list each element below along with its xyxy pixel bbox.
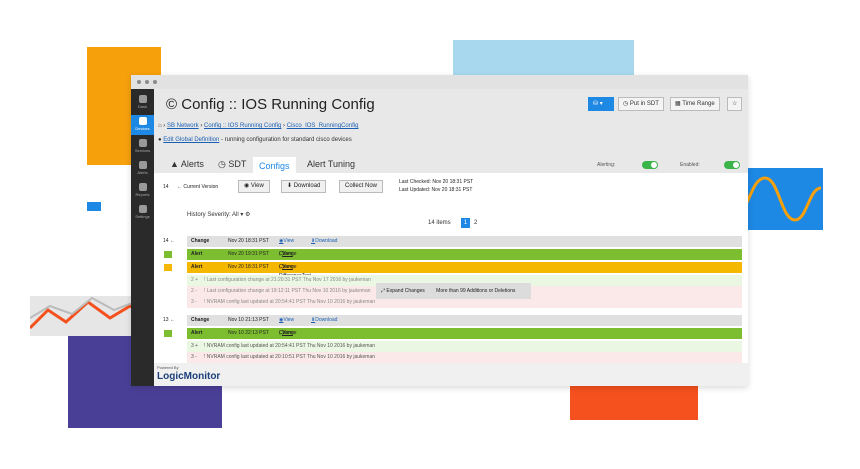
table-row[interactable]: Change Nov 20 18:31 PST ◉ View ⬇ Downloa… [187,236,742,247]
version-count: 14 [163,184,169,190]
last-updated: Last Updated: Nov 20 18:31 PST [399,187,473,193]
window-dot[interactable] [137,80,141,84]
window-titlebar [131,75,748,89]
download-button[interactable]: ⬇ Download [281,180,327,193]
page-header: © Config :: IOS Running Config ⛁ ▾ ◷ Put… [154,89,748,121]
alert-icon [163,263,173,272]
home-icon: ⌂ › [158,123,166,129]
info-icon: ● [158,137,162,143]
page-title: © Config :: IOS Running Config [166,96,375,113]
alert-icon [163,250,173,259]
breadcrumb-row: ⌂ › SB Network › Config :: IOS Running C… [158,123,359,129]
breadcrumb: ⌂ › SB Network › Config :: IOS Running C… [154,121,748,157]
view-button[interactable]: ◉ View [238,180,270,193]
reports-icon [138,183,147,191]
page-2[interactable]: 2 [474,220,477,226]
sidebar-item-devices[interactable]: Devices [131,115,154,135]
items-count: 14 items [428,220,451,226]
history-header: History Severity: All ▾ ⚙ [187,212,251,218]
enabled-toggle[interactable] [724,161,740,169]
logicmonitor-logo: LogicMonitor [157,371,221,382]
tab-alerts[interactable]: ▲ Alerts [170,159,204,169]
app-window: Dash Devices Services Alerts Reports Set… [131,75,748,386]
blue-small-square [87,202,101,211]
lightblue-block [453,40,634,76]
device-dropdown-button[interactable]: ⛁ ▾ [588,97,614,111]
sidebar-item-dash[interactable]: Dash [131,93,154,113]
table-row[interactable]: Alert Nov 10 22:13 PST Change check - Di… [187,328,742,369]
orange-zigzag-graphic [30,296,140,336]
group-number: 13 ← [163,317,175,323]
alerting-toggle[interactable] [642,161,658,169]
edit-global-definition-link[interactable]: Edit Global Definition [163,137,219,143]
sidebar-item-alerts[interactable]: Alerts [131,159,154,179]
footer: Powered By LogicMonitor [154,363,748,386]
tab-bar: ▲ Alerts ◷ SDT Configs Alert Tuning Aler… [154,157,748,173]
alerting-label: Alerting: [597,162,616,168]
last-checked: Last Checked: Nov 20 18:31 PST [399,179,474,185]
sidebar: Dash Devices Services Alerts Reports Set… [131,89,154,386]
sidebar-item-settings[interactable]: Settings [131,203,154,223]
definition-row: ● Edit Global Definition - running confi… [158,137,352,143]
current-version-label: ← Current Version [177,184,219,190]
collect-now-button[interactable]: Collect Now [339,180,384,193]
window-dot[interactable] [145,80,149,84]
alert-icon [138,161,147,169]
diff-line-removed: 3 - ! NVRAM config last updated at 20:10… [187,352,742,363]
sidebar-item-services[interactable]: Services [131,137,154,157]
powered-by-label: Powered By [157,365,179,370]
window-dot[interactable] [153,80,157,84]
diff-line-added: 3 + ! NVRAM config last updated at 20:54… [187,341,742,352]
put-in-sdt-button[interactable]: ◷ Put in SDT [618,97,664,111]
download-link[interactable]: ⬇ Download [311,236,337,247]
gear-icon [138,205,147,213]
download-link[interactable]: ⬇ Download [311,315,337,326]
expand-icon: ⤢ [381,288,386,294]
sidebar-item-reports[interactable]: Reports [131,181,154,201]
dashboard-icon [138,95,147,103]
view-link[interactable]: ◉ View [279,236,294,247]
time-range-button[interactable]: ▦ Time Range [670,97,720,111]
expand-changes-tooltip[interactable]: ⤢ Expand Changes More than 99 Additions … [376,283,531,299]
tab-alert-tuning[interactable]: Alert Tuning [307,159,355,169]
table-row[interactable]: Change Nov 10 21:13 PST ◉ View ⬇ Downloa… [187,315,742,326]
breadcrumb-link[interactable]: SB Network [167,123,199,129]
page-1[interactable]: 1 [461,218,470,228]
services-icon [138,139,147,147]
view-link[interactable]: ◉ View [279,315,294,326]
tab-configs[interactable]: Configs [253,157,296,173]
table-row[interactable]: Alert Nov 20 18:31 PST Change check - Di… [187,262,742,303]
group-number: 14 ← [163,238,175,244]
table-row[interactable]: Alert Nov 20 19:31 PST Change check - Di… [187,249,742,290]
breadcrumb-link[interactable]: Config :: IOS Running Config [204,123,281,129]
devices-icon [138,117,147,125]
enabled-label: Enabled: [680,162,700,168]
tab-sdt[interactable]: ◷ SDT [218,159,246,170]
alert-icon [163,329,173,338]
favorite-star-button[interactable]: ☆ [727,97,743,111]
breadcrumb-link[interactable]: Cisco_IOS_RunningConfig [287,123,359,129]
severity-filter[interactable]: Severity: All [207,212,238,218]
